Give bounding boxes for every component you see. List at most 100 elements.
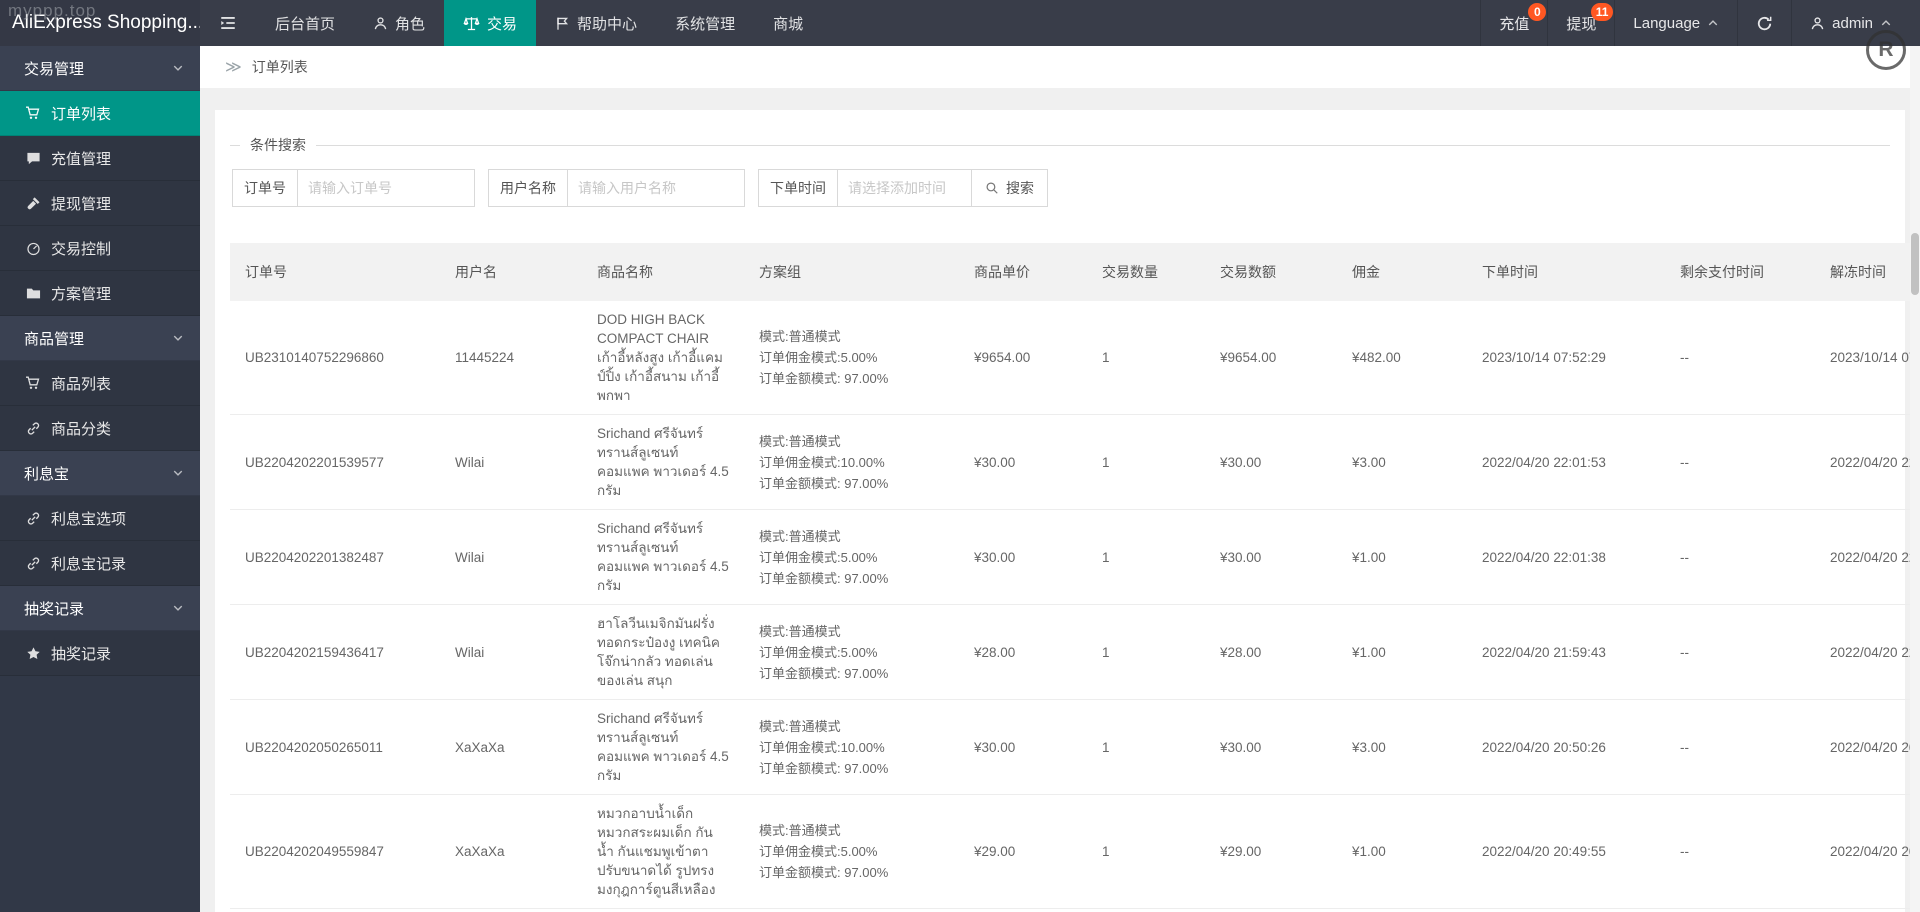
sidebar-item[interactable]: 充值管理 (0, 136, 200, 181)
scrollbar-track[interactable] (1910, 46, 1920, 912)
cell-commission: ¥1.00 (1337, 605, 1467, 700)
breadcrumb: ≫ 订单列表 (200, 46, 1920, 88)
cell-username: Wilai (440, 605, 582, 700)
person-icon (1810, 16, 1825, 31)
table-header-cell: 商品单价 (959, 243, 1087, 301)
nav-item[interactable]: 角色 (354, 0, 444, 46)
cell-plan-group: 模式:普通模式 订单佣金模式:10.00% 订单金额模式: 97.00% (744, 700, 959, 795)
nav-item-label: 系统管理 (675, 15, 736, 33)
cell-amount: ¥30.00 (1205, 510, 1337, 605)
table-row: UB2204202201539577 Wilai Srichand ศรีจัน… (230, 415, 1920, 510)
header-menu-item[interactable]: 充值 0 (1480, 0, 1547, 46)
nav-item[interactable] (200, 0, 256, 46)
search-input[interactable] (567, 169, 745, 207)
cell-commission: ¥482.00 (1337, 301, 1467, 415)
cell-plan-group: 模式:普通模式 订单佣金模式:5.00% 订单金额模式: 97.00% (744, 605, 959, 700)
cell-unit-price: ¥30.00 (959, 415, 1087, 510)
chevron-up-icon (1707, 17, 1719, 29)
sidebar-item-label: 提现管理 (51, 195, 112, 213)
sidebar-item[interactable]: 订单列表 (0, 91, 200, 136)
sidebar-item-label: 抽奖记录 (24, 600, 85, 618)
header-menu-item[interactable]: Language (1614, 0, 1737, 46)
cart-icon (24, 375, 42, 391)
cell-order-no: UB2204202050265011 (230, 700, 440, 795)
cart-icon (24, 105, 42, 121)
watermark-text: myppp.top (8, 1, 97, 20)
nav-item-label: 商城 (773, 15, 804, 33)
cell-product-name: Srichand ศรีจันทร์ ทรานส์ลูเซนท์ คอมแพค … (582, 700, 744, 795)
sidebar-item[interactable]: 利息宝选项 (0, 496, 200, 541)
scrollbar-thumb[interactable] (1911, 233, 1919, 295)
breadcrumb-caret-icon: ≫ (225, 59, 242, 76)
sidebar-item-label: 利息宝选项 (51, 510, 127, 528)
cell-remaining-time: -- (1665, 700, 1815, 795)
sidebar-item[interactable]: 抽奖记录 (0, 631, 200, 676)
sidebar-item[interactable]: 商品列表 (0, 361, 200, 406)
header-right-menu: 充值 0 提现 11 Language admin (1480, 0, 1910, 46)
sidebar-menu: 交易管理 订单列表 充值管理 提现管理 交易控制 方案管理 商品管理 商品列表 … (0, 46, 200, 676)
scales-icon (463, 15, 480, 32)
nav-item[interactable]: 系统管理 (656, 0, 754, 46)
search-fieldset: 条件搜索 订单号 用户名称 下单时间 (230, 135, 1890, 207)
orders-table: 订单号 用户名 商品名称 方案组 商品单价 交易数量 交易数额 佣金 下单时间 (230, 243, 1920, 909)
sidebar-item[interactable]: 利息宝 (0, 451, 200, 496)
table-header-cell: 解冻时间 (1815, 243, 1920, 301)
field-label: 订单号 (232, 169, 298, 207)
header-menu-item[interactable] (1737, 0, 1791, 46)
search-button[interactable]: 搜索 (971, 169, 1048, 207)
sidebar-item[interactable]: 方案管理 (0, 271, 200, 316)
cell-unit-price: ¥30.00 (959, 510, 1087, 605)
nav-item[interactable]: 后台首页 (256, 0, 354, 46)
sidebar-item-label: 方案管理 (51, 285, 112, 303)
sidebar-item-label: 交易控制 (51, 240, 112, 258)
sidebar-item[interactable]: 利息宝记录 (0, 541, 200, 586)
search-input[interactable] (297, 169, 475, 207)
nav-item-label: 后台首页 (275, 15, 336, 33)
sidebar-item[interactable]: 商品管理 (0, 316, 200, 361)
link-icon (24, 556, 42, 571)
cell-quantity: 1 (1087, 415, 1205, 510)
cell-commission: ¥3.00 (1337, 700, 1467, 795)
star-icon (24, 646, 42, 661)
header-menu-item[interactable]: 提现 11 (1547, 0, 1614, 46)
cell-quantity: 1 (1087, 795, 1205, 909)
search-icon (985, 181, 999, 195)
notification-badge: 11 (1590, 3, 1614, 21)
link-icon (24, 421, 42, 436)
main-area: ≫ 订单列表 条件搜索 订单号 用户名称 (200, 46, 1920, 912)
cell-unfreeze-time: 2022/04/20 22:02:55 (1815, 415, 1920, 510)
cell-plan-group: 模式:普通模式 订单佣金模式:5.00% 订单金额模式: 97.00% (744, 510, 959, 605)
cell-amount: ¥30.00 (1205, 415, 1337, 510)
cell-remaining-time: -- (1665, 795, 1815, 909)
sidebar-item-label: 订单列表 (51, 105, 112, 123)
notification-badge: 0 (1528, 3, 1547, 21)
cell-plan-group: 模式:普通模式 订单佣金模式:10.00% 订单金额模式: 97.00% (744, 415, 959, 510)
nav-item[interactable]: 帮助中心 (536, 0, 656, 46)
table-header-cell: 交易数量 (1087, 243, 1205, 301)
cell-unfreeze-time: 2022/04/20 22:02:39 (1815, 510, 1920, 605)
sidebar-item[interactable]: 商品分类 (0, 406, 200, 451)
cell-order-no: UB2204202049559847 (230, 795, 440, 909)
content-card: 条件搜索 订单号 用户名称 下单时间 (215, 110, 1920, 912)
table-row: UB2204202050265011 XaXaXa Srichand ศรีจั… (230, 700, 1920, 795)
sidebar-item-label: 商品列表 (51, 375, 112, 393)
search-button-wrap: 搜索 (968, 169, 1058, 207)
search-form: 订单号 用户名称 下单时间 (232, 169, 1890, 207)
cell-remaining-time: -- (1665, 415, 1815, 510)
sidebar-item[interactable]: 抽奖记录 (0, 586, 200, 631)
sidebar-item[interactable]: 提现管理 (0, 181, 200, 226)
cell-product-name: ฮาโลวีนเมจิกมันฝรั่ง ทอดกระป๋องงู เทคนิค… (582, 605, 744, 700)
nav-item[interactable]: 交易 (444, 0, 537, 46)
cell-product-name: DOD HIGH BACK COMPACT CHAIR เก้าอี้หลังส… (582, 301, 744, 415)
sidebar-item-label: 利息宝 (24, 465, 70, 483)
sidebar-item[interactable]: 交易管理 (0, 46, 200, 91)
cell-unit-price: ¥28.00 (959, 605, 1087, 700)
table-header-cell: 订单号 (230, 243, 440, 301)
table-header-cell: 佣金 (1337, 243, 1467, 301)
nav-item[interactable]: 商城 (754, 0, 822, 46)
table-header-cell: 商品名称 (582, 243, 744, 301)
sidebar-item[interactable]: 交易控制 (0, 226, 200, 271)
header-menu-label: 充值 (1499, 15, 1530, 33)
sidebar-item-label: 利息宝记录 (51, 555, 127, 573)
top-nav: 后台首页 角色 交易 帮助中心 系统管理 商城 (200, 0, 822, 46)
